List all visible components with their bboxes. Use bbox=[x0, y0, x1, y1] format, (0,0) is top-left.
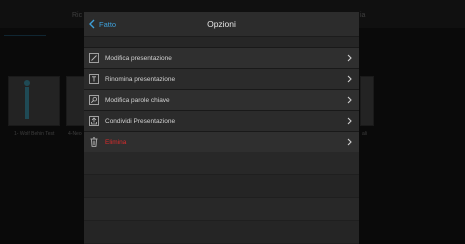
background-accent-line: ——————— bbox=[4, 33, 46, 39]
option-label: Rinomina presentazione bbox=[105, 75, 176, 83]
chevron-right-icon bbox=[347, 75, 352, 83]
background-toolbar-label: ia bbox=[360, 12, 366, 19]
empty-row bbox=[84, 152, 359, 175]
background-toolbar-label: Ric bbox=[72, 12, 83, 19]
option-edit-presentation[interactable]: Modifica presentazione bbox=[84, 47, 359, 68]
option-label: Modifica parole chiave bbox=[105, 96, 170, 104]
chevron-right-icon bbox=[347, 96, 352, 104]
option-delete[interactable]: Elimina bbox=[84, 131, 359, 153]
modal-title: Opzioni bbox=[207, 19, 236, 29]
option-edit-keywords[interactable]: Modifica parole chiave bbox=[84, 89, 359, 110]
background-skeleton-figure bbox=[20, 80, 34, 120]
done-back-label: Fatto bbox=[99, 19, 117, 29]
trash-icon bbox=[89, 137, 99, 147]
chevron-right-icon bbox=[347, 117, 352, 125]
option-label-delete: Elimina bbox=[105, 138, 127, 146]
background-thumb-caption: ali bbox=[362, 131, 368, 137]
keyword-search-icon bbox=[89, 95, 99, 105]
chevron-left-icon bbox=[89, 19, 95, 29]
background-thumbnail bbox=[66, 76, 86, 126]
rename-text-icon bbox=[89, 74, 99, 84]
background-thumb-caption: 4-Neo bbox=[68, 131, 82, 137]
empty-row bbox=[84, 175, 359, 198]
background-thumbnail bbox=[360, 76, 374, 126]
empty-list-area bbox=[84, 152, 359, 244]
options-modal: Fatto Opzioni Modifica presentazione Rin… bbox=[84, 12, 359, 244]
empty-row bbox=[84, 221, 359, 244]
option-share-presentation[interactable]: Condividi Presentazione bbox=[84, 110, 359, 131]
chevron-right-icon bbox=[347, 54, 352, 62]
option-label: Condividi Presentazione bbox=[105, 117, 176, 125]
background-thumbnail bbox=[8, 76, 60, 126]
share-icon bbox=[89, 116, 99, 126]
option-label: Modifica presentazione bbox=[105, 54, 172, 62]
background-thumb-caption: 1- Wolf Behin Test bbox=[14, 131, 55, 137]
options-list: Modifica presentazione Rinomina presenta… bbox=[84, 47, 359, 153]
edit-icon bbox=[89, 53, 99, 63]
modal-navbar: Fatto Opzioni bbox=[84, 12, 359, 37]
chevron-right-icon bbox=[347, 138, 352, 146]
done-back-button[interactable]: Fatto bbox=[89, 12, 116, 36]
empty-row bbox=[84, 198, 359, 221]
option-rename-presentation[interactable]: Rinomina presentazione bbox=[84, 68, 359, 89]
